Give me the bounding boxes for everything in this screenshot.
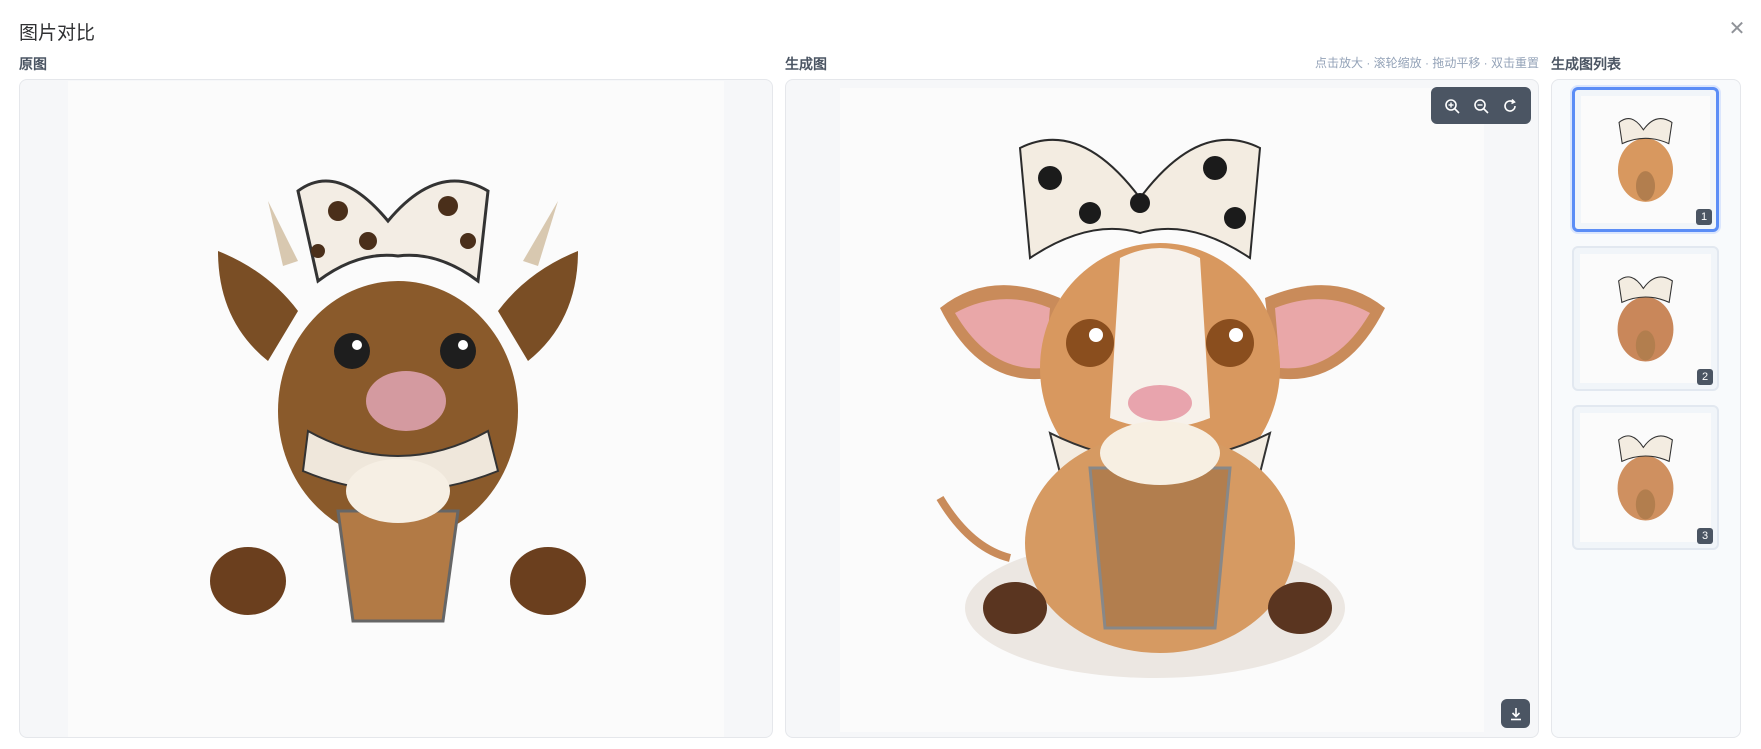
original-image bbox=[68, 81, 724, 737]
image-compare-dialog: 图片对比 ✕ 原图 生成图 点击放大 · 滚轮缩放 · 拖动平移 · 双击重置 … bbox=[0, 0, 1761, 749]
thumbnail-image bbox=[1580, 413, 1711, 542]
generated-panel[interactable] bbox=[785, 79, 1539, 738]
zoom-in-icon[interactable] bbox=[1439, 93, 1465, 119]
thumbnail-item[interactable]: 1 bbox=[1572, 87, 1719, 232]
thumbnail-index-badge: 2 bbox=[1697, 369, 1713, 385]
thumbnail-image bbox=[1580, 254, 1711, 383]
close-icon[interactable]: ✕ bbox=[1726, 18, 1748, 40]
thumbnail-index-badge: 1 bbox=[1696, 209, 1712, 225]
thumbnail-index-badge: 3 bbox=[1697, 528, 1713, 544]
generated-label: 生成图 bbox=[785, 56, 827, 72]
zoom-toolbar bbox=[1431, 87, 1531, 124]
list-label: 生成图列表 bbox=[1551, 56, 1621, 72]
thumbnail-item[interactable]: 2 bbox=[1572, 246, 1719, 391]
download-icon[interactable] bbox=[1501, 699, 1530, 728]
zoom-out-icon[interactable] bbox=[1468, 93, 1494, 119]
original-label: 原图 bbox=[19, 56, 47, 72]
thumbnail-item[interactable]: 3 bbox=[1572, 405, 1719, 550]
original-panel bbox=[19, 79, 773, 738]
thumbnail-image bbox=[1581, 96, 1710, 223]
generated-image[interactable] bbox=[840, 88, 1484, 732]
reset-icon[interactable] bbox=[1497, 93, 1523, 119]
interaction-hint: 点击放大 · 滚轮缩放 · 拖动平移 · 双击重置 bbox=[1315, 56, 1539, 70]
dialog-title: 图片对比 bbox=[19, 23, 96, 44]
